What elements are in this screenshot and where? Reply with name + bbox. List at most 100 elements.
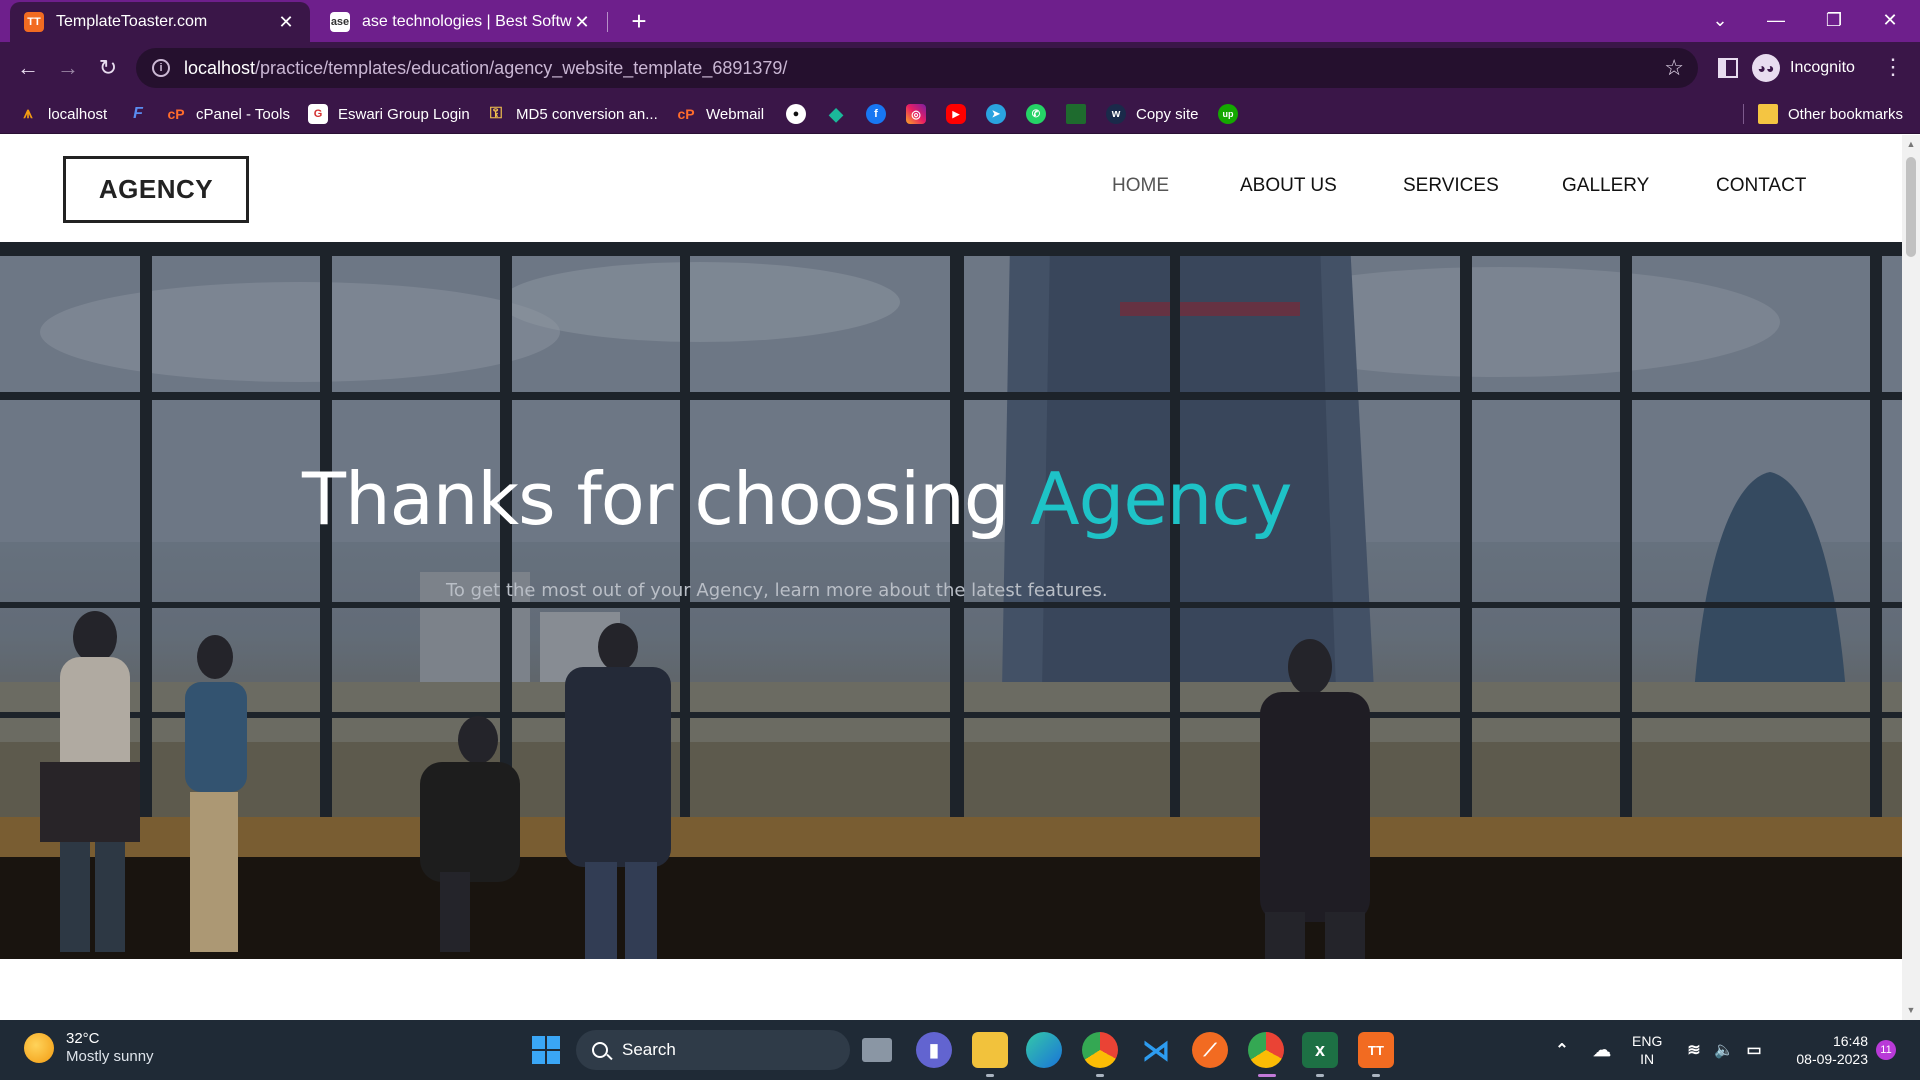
other-bookmarks-label: Other bookmarks bbox=[1788, 105, 1904, 123]
scroll-down-icon[interactable]: ▼ bbox=[1905, 1005, 1917, 1015]
bookmark-copy-site[interactable]: w Copy site bbox=[1106, 94, 1199, 134]
incognito-badge[interactable]: ◕◕ Incognito bbox=[1752, 50, 1855, 86]
active-indicator bbox=[1258, 1074, 1276, 1077]
side-panel-icon[interactable] bbox=[1718, 58, 1738, 78]
running-indicator bbox=[1316, 1074, 1324, 1077]
bookmark-eswari[interactable]: G Eswari Group Login bbox=[308, 94, 470, 134]
scroll-thumb[interactable] bbox=[1906, 157, 1916, 257]
tab-templatetoaster[interactable]: TT TemplateToaster.com ✕ bbox=[10, 2, 310, 42]
nav-gallery[interactable]: GALLERY bbox=[1562, 175, 1649, 197]
windows-taskbar: 32°C Mostly sunny Search ▮ ⋊ ⟋ x TT ⌃ ☁ … bbox=[0, 1020, 1920, 1080]
site-info-icon[interactable]: i bbox=[152, 59, 170, 77]
wifi-icon[interactable]: ≋ bbox=[1680, 1032, 1708, 1068]
taskbar-search[interactable]: Search bbox=[576, 1030, 850, 1070]
back-icon[interactable]: ← bbox=[12, 52, 44, 84]
url-path: /practice/templates/education/agency_web… bbox=[255, 57, 788, 78]
bookmark-diamond[interactable]: ◆ bbox=[826, 94, 846, 134]
cpanel-icon: cP bbox=[167, 106, 185, 122]
file-explorer-icon[interactable] bbox=[972, 1032, 1008, 1068]
close-icon[interactable]: ✕ bbox=[572, 12, 592, 33]
bookmark-youtube[interactable]: ▶ bbox=[946, 94, 966, 134]
system-clock[interactable]: 16:48 08-09-2023 bbox=[1784, 1032, 1868, 1068]
reload-icon[interactable]: ↻ bbox=[92, 52, 124, 84]
bookmark-webmail[interactable]: cP Webmail bbox=[676, 94, 764, 134]
nav-services[interactable]: SERVICES bbox=[1403, 175, 1499, 197]
bookmark-instagram[interactable]: ◎ bbox=[906, 94, 926, 134]
weather-sun-icon bbox=[24, 1033, 54, 1063]
incognito-icon: ◕◕ bbox=[1752, 54, 1780, 82]
weather-widget[interactable]: 32°C Mostly sunny bbox=[24, 1030, 154, 1066]
onedrive-icon[interactable]: ☁ bbox=[1584, 1032, 1620, 1068]
chrome-icon[interactable] bbox=[1082, 1032, 1118, 1068]
restore-icon[interactable]: ❐ bbox=[1806, 0, 1862, 40]
tab-title: ase technologies | Best Software bbox=[362, 13, 572, 30]
notification-badge[interactable]: 11 bbox=[1876, 1040, 1896, 1060]
bookmark-telegram[interactable]: ➤ bbox=[986, 94, 1006, 134]
other-bookmarks[interactable]: Other bookmarks bbox=[1758, 94, 1903, 134]
copysite-icon: w bbox=[1106, 104, 1126, 124]
bookmark-sheet[interactable] bbox=[1066, 94, 1086, 134]
close-icon[interactable]: ✕ bbox=[276, 12, 296, 33]
minimize-icon[interactable]: — bbox=[1748, 0, 1804, 40]
site-logo[interactable]: AGENCY bbox=[63, 156, 249, 223]
github-icon: ● bbox=[786, 104, 806, 124]
bookmark-label: MD5 conversion an... bbox=[516, 105, 658, 123]
bookmark-whatsapp[interactable]: ✆ bbox=[1026, 94, 1046, 134]
teams-chat-icon[interactable]: ▮ bbox=[916, 1032, 952, 1068]
excel-icon[interactable]: x bbox=[1302, 1032, 1338, 1068]
bookmark-github[interactable]: ● bbox=[786, 94, 806, 134]
vscode-icon[interactable]: ⋊ bbox=[1138, 1032, 1174, 1068]
page-scrollbar[interactable]: ▲ ▼ bbox=[1902, 135, 1920, 1020]
bookmark-localhost[interactable]: ⩚ localhost bbox=[18, 94, 107, 134]
bookmark-upwork[interactable]: up bbox=[1218, 94, 1238, 134]
key-icon: ⚿ bbox=[489, 105, 503, 122]
tray-chevron-icon[interactable]: ⌃ bbox=[1544, 1032, 1580, 1068]
running-indicator bbox=[1096, 1074, 1104, 1077]
tab-ase-technologies[interactable]: ase ase technologies | Best Software ✕ bbox=[316, 2, 606, 42]
bookmark-label: Eswari Group Login bbox=[338, 105, 470, 123]
window-close-icon[interactable]: ✕ bbox=[1862, 0, 1918, 40]
page-viewport: AGENCY HOME ABOUT US SERVICES GALLERY CO… bbox=[0, 135, 1902, 1020]
scroll-up-icon[interactable]: ▲ bbox=[1905, 139, 1917, 149]
windows-start-icon[interactable] bbox=[528, 1032, 564, 1068]
bookmark-label: cPanel - Tools bbox=[196, 105, 290, 123]
ase-icon: ase bbox=[330, 12, 350, 32]
postman-icon[interactable]: ⟋ bbox=[1192, 1032, 1228, 1068]
running-indicator bbox=[986, 1074, 994, 1077]
clock-date: 08-09-2023 bbox=[1796, 1051, 1868, 1067]
instagram-icon: ◎ bbox=[906, 104, 926, 124]
chrome-incognito-icon[interactable] bbox=[1248, 1032, 1284, 1068]
browser-menu-icon[interactable]: ⋮ bbox=[1882, 54, 1904, 80]
battery-icon[interactable]: ▭ bbox=[1740, 1032, 1768, 1068]
bookmark-fontawesome[interactable]: F bbox=[128, 94, 148, 134]
bookmark-md5[interactable]: ⚿ MD5 conversion an... bbox=[486, 94, 658, 134]
region-code: IN bbox=[1640, 1051, 1655, 1067]
volume-icon[interactable]: 🔈 bbox=[1710, 1032, 1738, 1068]
nav-home[interactable]: HOME bbox=[1112, 175, 1169, 197]
input-language[interactable]: ENG IN bbox=[1632, 1032, 1662, 1068]
xampp-icon: ⩚ bbox=[23, 105, 33, 122]
running-indicator bbox=[1372, 1074, 1380, 1077]
tab-title: TemplateToaster.com bbox=[56, 13, 208, 30]
templatetoaster-icon: TT bbox=[24, 12, 44, 32]
nav-contact[interactable]: CONTACT bbox=[1716, 175, 1806, 197]
bookmark-facebook[interactable]: f bbox=[866, 94, 886, 134]
nav-about-us[interactable]: ABOUT US bbox=[1240, 175, 1337, 197]
bookmark-star-icon[interactable]: ☆ bbox=[1664, 55, 1684, 81]
eswari-icon: G bbox=[308, 104, 328, 124]
bookmark-cpanel[interactable]: cP cPanel - Tools bbox=[166, 94, 290, 134]
tab-search-icon[interactable]: ⌄ bbox=[1692, 0, 1748, 40]
folder-icon bbox=[1758, 104, 1778, 124]
edge-icon[interactable] bbox=[1026, 1032, 1062, 1068]
templatetoaster-app-icon[interactable]: TT bbox=[1358, 1032, 1394, 1068]
sheet-icon bbox=[1066, 104, 1086, 124]
browser-toolbar: ← → ↻ i localhost/practice/templates/edu… bbox=[0, 42, 1920, 94]
weather-condition: Mostly sunny bbox=[66, 1048, 154, 1065]
browser-tab-bar: TT TemplateToaster.com ✕ ase ase technol… bbox=[0, 0, 1920, 42]
weather-temperature: 32°C bbox=[66, 1030, 100, 1047]
new-tab-button[interactable]: + bbox=[624, 6, 654, 36]
address-bar[interactable]: i localhost/practice/templates/education… bbox=[136, 48, 1698, 88]
bookmark-label: Webmail bbox=[706, 105, 765, 123]
forward-icon[interactable]: → bbox=[52, 52, 84, 84]
task-view-icon[interactable] bbox=[862, 1038, 892, 1062]
